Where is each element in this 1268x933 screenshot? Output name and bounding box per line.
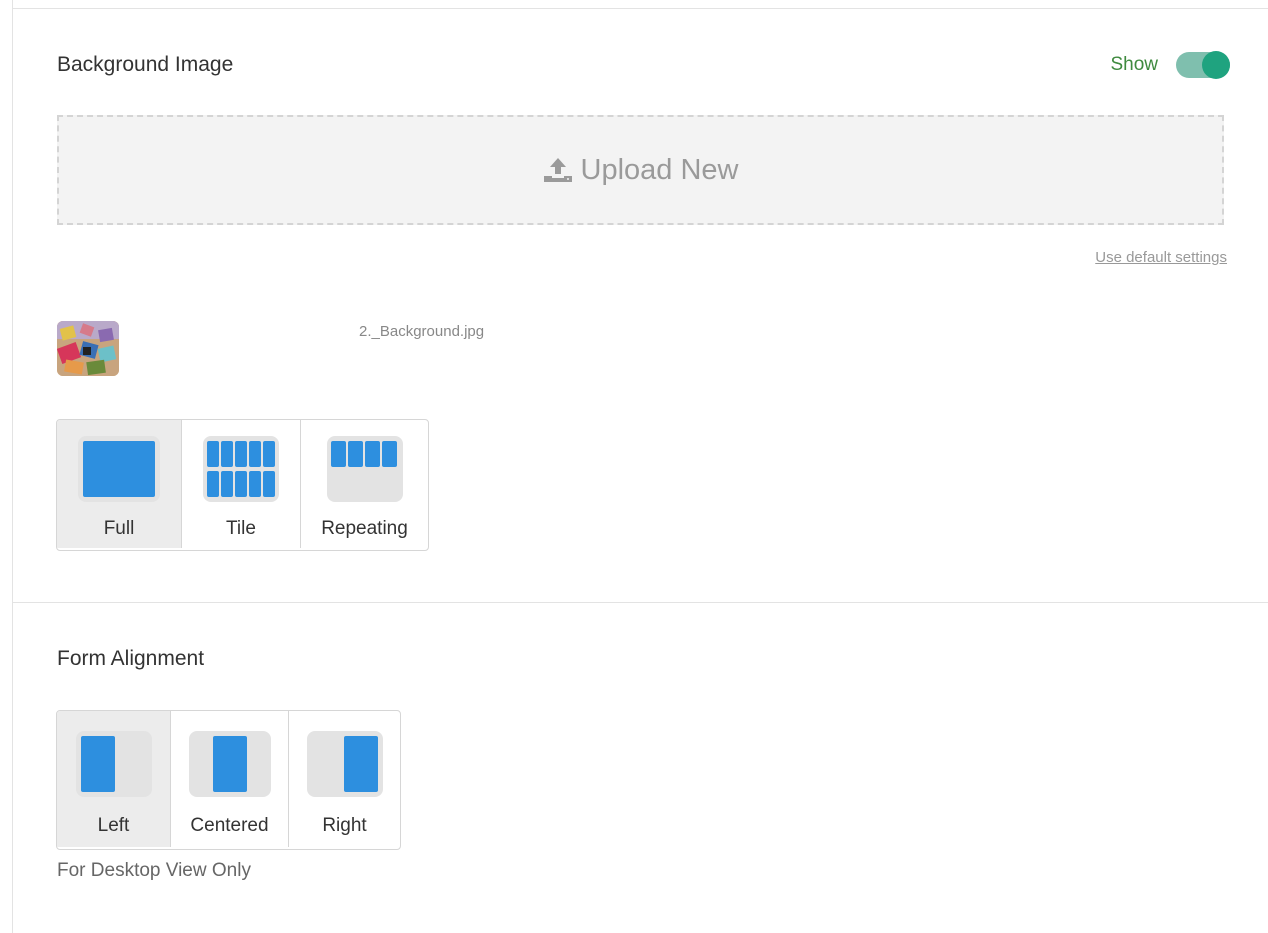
upload-new-label: Upload New <box>580 153 739 186</box>
show-label: Show <box>1110 54 1158 75</box>
align-center-icon <box>188 731 271 797</box>
option-repeating-label: Repeating <box>321 518 408 539</box>
tile-layout-icon <box>203 436 279 502</box>
use-default-settings-link[interactable]: Use default settings <box>1095 249 1227 266</box>
option-centered-label: Centered <box>190 815 269 836</box>
option-tile[interactable]: Tile <box>182 420 301 548</box>
option-left[interactable]: Left <box>57 711 171 847</box>
left-border <box>12 0 13 933</box>
option-repeating[interactable]: Repeating <box>301 420 428 548</box>
file-name: 2._Background.jpg <box>359 323 485 340</box>
background-thumbnail <box>57 321 119 376</box>
upload-new-dropzone[interactable]: Upload New <box>57 115 1224 225</box>
option-full[interactable]: Full <box>57 420 182 548</box>
option-full-label: Full <box>103 518 135 539</box>
show-toggle[interactable] <box>1176 51 1230 79</box>
background-image-title: Background Image <box>57 53 234 76</box>
option-right[interactable]: Right <box>289 711 400 847</box>
option-tile-label: Tile <box>226 518 256 539</box>
form-alignment-options: Left Centered Right <box>56 710 401 850</box>
align-left-icon <box>75 731 152 797</box>
full-layout-icon <box>78 436 160 502</box>
section-divider <box>12 602 1268 603</box>
top-divider <box>12 8 1268 9</box>
upload-button-content: Upload New <box>543 153 739 187</box>
show-toggle-group: Show <box>1110 51 1230 79</box>
desktop-view-note: For Desktop View Only <box>57 860 251 881</box>
upload-icon <box>543 158 572 182</box>
form-alignment-title: Form Alignment <box>57 647 205 670</box>
repeating-layout-icon <box>326 436 403 502</box>
option-left-label: Left <box>97 815 130 836</box>
background-display-options: Full Tile Repeating <box>56 419 429 551</box>
option-centered[interactable]: Centered <box>171 711 289 847</box>
option-right-label: Right <box>322 815 367 836</box>
align-right-icon <box>306 731 383 797</box>
toggle-knob <box>1202 51 1230 79</box>
